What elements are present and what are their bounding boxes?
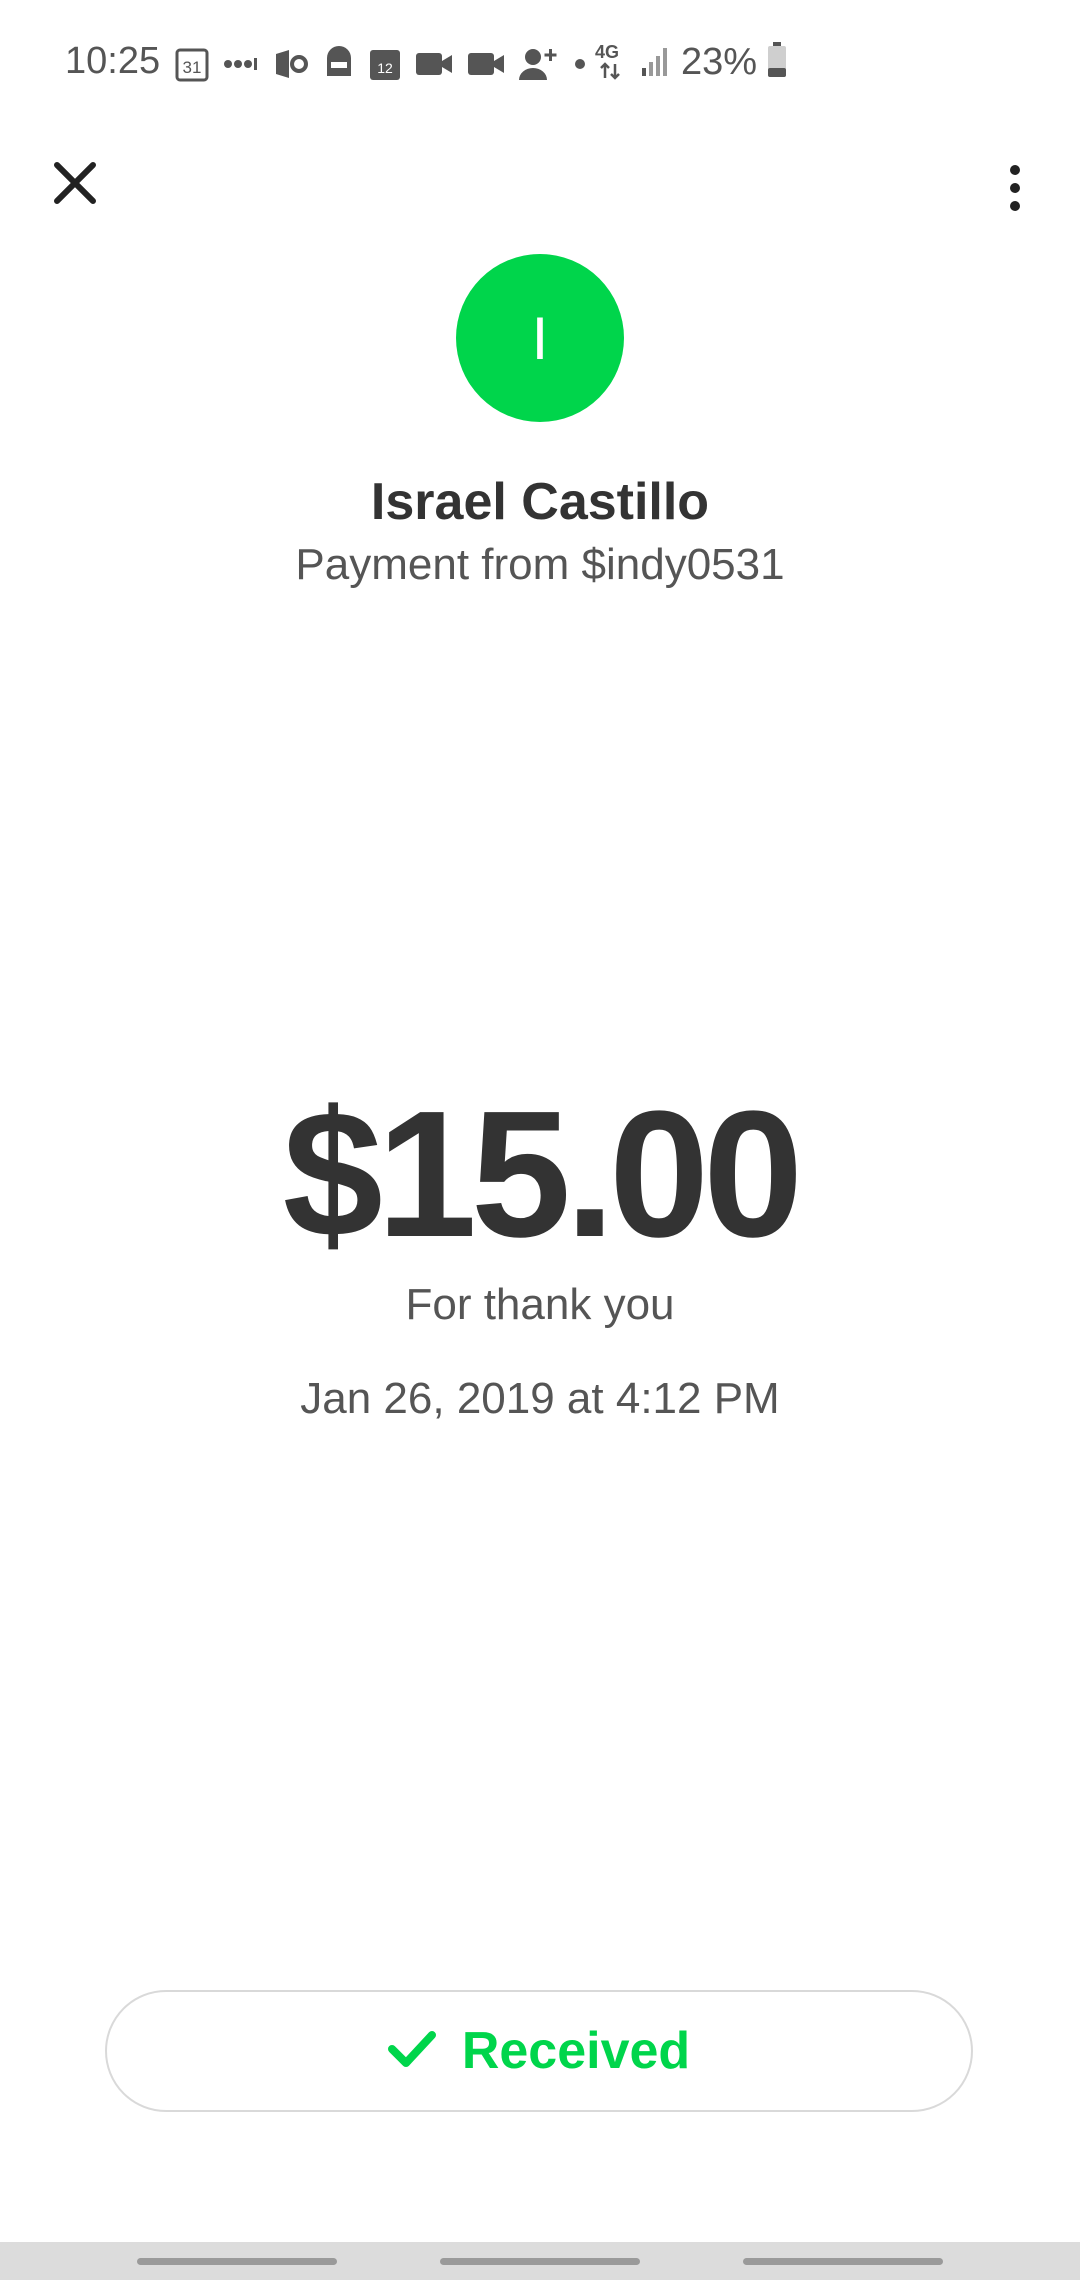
more-options-button[interactable] — [985, 150, 1045, 230]
payment-note: For thank you — [405, 1280, 675, 1329]
payment-detail-screen: 10:25 31 12 4G 23% I Israel Castillo Pay… — [0, 0, 1080, 2280]
authenticator-icon — [273, 46, 309, 82]
checkmark-icon — [387, 2029, 436, 2074]
payment-datetime: Jan 26, 2019 at 4:12 PM — [300, 1374, 780, 1423]
video-camera-icon — [415, 51, 453, 77]
dot-icon — [573, 57, 587, 71]
calendar-day-text: 31 — [183, 58, 202, 77]
nav-home-button[interactable] — [440, 2258, 640, 2265]
sender-name: Israel Castillo — [370, 473, 710, 531]
status-bar: 10:25 31 12 4G 23% — [0, 0, 1080, 130]
calendar-date-icon: 12 — [369, 46, 401, 82]
battery-percent: 23% — [681, 40, 758, 83]
system-indicators: 4G 23% — [595, 40, 787, 84]
nav-recents-button[interactable] — [137, 2258, 337, 2265]
more-notifications-icon — [223, 58, 259, 70]
close-button[interactable] — [40, 150, 110, 220]
more-vert-icon — [1009, 164, 1021, 217]
network-icon: 4G — [595, 40, 631, 85]
add-person-icon — [519, 46, 559, 82]
nav-back-button[interactable] — [743, 2258, 943, 2265]
video-camera-icon-2 — [467, 51, 505, 77]
navigation-bar — [0, 2242, 1080, 2280]
status-time: 10:25 — [65, 40, 161, 82]
avatar[interactable]: I — [456, 254, 624, 422]
signal-icon — [641, 44, 671, 81]
avatar-initial: I — [531, 304, 549, 372]
payment-amount: $15.00 — [282, 1074, 804, 1275]
calendar-icon: 31 — [175, 46, 209, 82]
received-status-button[interactable]: Received — [105, 1990, 973, 2112]
battery-icon — [767, 41, 787, 83]
lock-app-icon — [323, 46, 355, 82]
network-type-text: 4G — [595, 42, 619, 62]
close-icon — [53, 161, 97, 210]
notification-icons: 31 12 — [175, 42, 587, 86]
received-label: Received — [461, 2022, 691, 2080]
payment-source: Payment from $indy0531 — [295, 540, 785, 589]
calendar-date-text: 12 — [377, 60, 393, 76]
